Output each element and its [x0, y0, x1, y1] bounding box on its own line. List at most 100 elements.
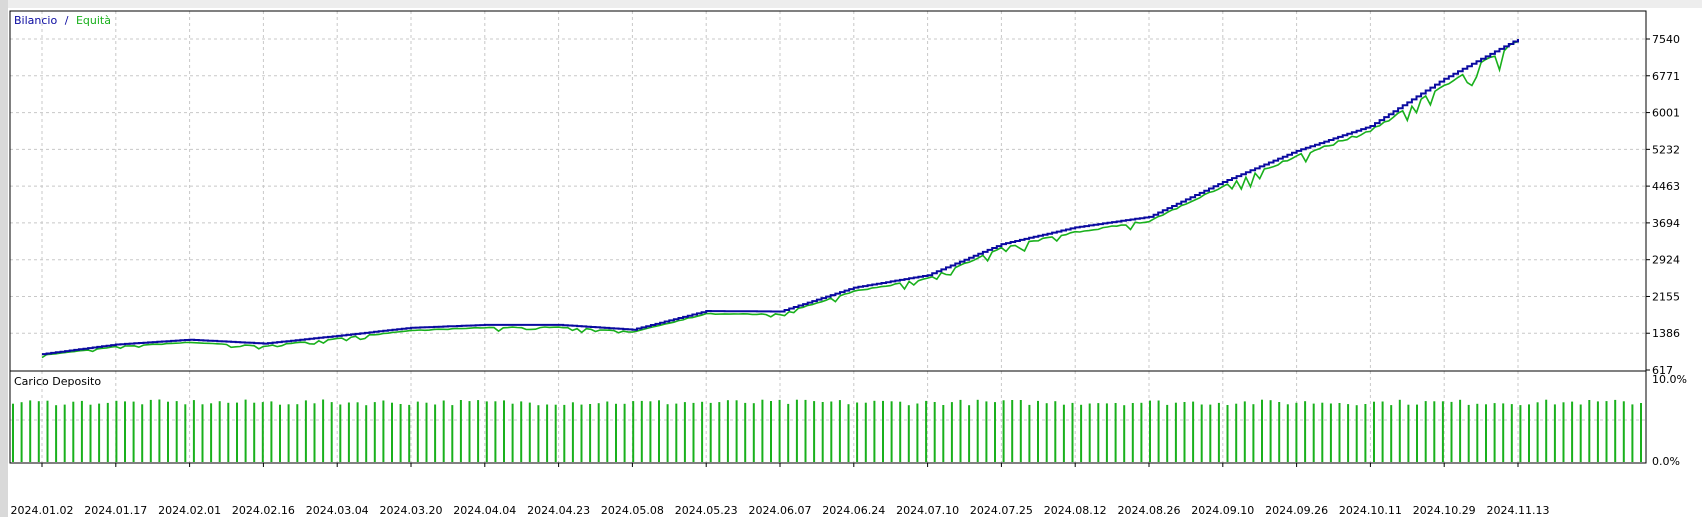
load-bar: [1243, 401, 1246, 462]
load-bar: [778, 399, 781, 462]
load-bar: [442, 400, 445, 462]
load-bar: [287, 404, 290, 462]
load-bar: [175, 401, 178, 462]
x-tick-label: 2024.04.23: [527, 504, 590, 517]
load-bar: [261, 402, 264, 462]
load-bar: [434, 404, 437, 462]
y-tick-label: 6001: [1652, 107, 1680, 120]
load-bar: [890, 401, 893, 462]
load-bar: [227, 402, 230, 462]
x-tick-label: 2024.07.25: [970, 504, 1033, 517]
x-tick-label: 2024.02.01: [158, 504, 221, 517]
load-bar: [916, 403, 919, 462]
load-bar: [813, 401, 816, 462]
load-bar: [63, 404, 66, 462]
x-tick-label: 2024.01.17: [84, 504, 147, 517]
main-grid: [10, 11, 1646, 371]
load-bar: [968, 405, 971, 462]
load-bar: [933, 402, 936, 462]
load-bar: [149, 399, 152, 462]
load-bar: [1019, 400, 1022, 462]
load-bar: [520, 401, 523, 462]
load-bar: [554, 404, 557, 462]
load-bar: [976, 399, 979, 462]
load-bar: [1166, 404, 1169, 462]
load-bar: [546, 404, 549, 462]
load-bar: [356, 402, 359, 462]
load-bar: [1562, 402, 1565, 462]
load-bar: [1252, 404, 1255, 462]
load-bar: [1467, 404, 1470, 462]
x-tick-label: 2024.06.24: [822, 504, 885, 517]
load-bar: [503, 400, 505, 462]
load-bar: [1304, 401, 1307, 462]
load-bar: [1131, 403, 1134, 462]
load-bar: [158, 399, 161, 462]
load-bar: [907, 405, 910, 462]
load-bar: [847, 404, 850, 462]
load-bar: [709, 402, 712, 462]
load-bar: [744, 402, 747, 462]
load-bar: [537, 405, 540, 462]
load-bar: [1149, 400, 1151, 462]
load-bar: [830, 401, 833, 462]
load-bar: [640, 400, 643, 462]
load-bar: [658, 400, 660, 462]
load-bars: [12, 399, 1642, 462]
load-bar: [313, 403, 316, 462]
load-bar: [12, 403, 14, 462]
load-bar: [787, 403, 790, 462]
load-bar: [1226, 405, 1229, 462]
load-bar: [838, 400, 841, 462]
load-bar: [735, 400, 738, 462]
load-bar: [1493, 403, 1496, 462]
load-bar: [1114, 403, 1117, 462]
load-bar: [606, 401, 609, 462]
load-bar: [192, 400, 195, 462]
load-bar: [468, 401, 471, 462]
load-bar: [1519, 405, 1522, 462]
load-bar: [347, 402, 350, 462]
y-tick-label: 5232: [1652, 143, 1680, 156]
load-bar: [1278, 402, 1281, 462]
load-bar: [1037, 400, 1039, 462]
load-bar: [649, 401, 652, 462]
y-tick-label: 7540: [1652, 33, 1680, 46]
load-bar: [106, 402, 109, 462]
load-bar: [1631, 404, 1634, 462]
load-bar: [1002, 400, 1005, 462]
load-bar: [46, 400, 49, 462]
load-bar: [477, 400, 480, 462]
load-bar: [72, 401, 75, 462]
load-y-axis-ticks: 0.0% 10.0%: [1652, 373, 1687, 468]
load-bar: [167, 401, 169, 462]
load-bar: [752, 403, 755, 462]
load-bar: [770, 401, 772, 462]
load-bar: [98, 403, 101, 462]
load-bar: [1312, 403, 1315, 462]
load-bar: [795, 399, 798, 462]
y-tick-label: 1386: [1652, 327, 1680, 340]
load-bar: [1381, 401, 1384, 462]
load-bar: [1028, 404, 1031, 462]
load-bar: [942, 405, 945, 462]
load-bar: [451, 405, 454, 462]
y-tick-label: 6771: [1652, 70, 1680, 83]
load-bar: [1209, 404, 1212, 462]
load-bar: [494, 401, 497, 462]
load-bar: [1571, 401, 1574, 462]
load-bar: [296, 404, 299, 462]
load-bar: [1476, 403, 1479, 462]
x-tick-label: 2024.01.02: [11, 504, 74, 517]
load-bar: [408, 404, 411, 462]
load-bar: [1622, 401, 1625, 462]
load-bar: [950, 402, 953, 462]
load-bar: [365, 405, 368, 462]
load-bar: [1407, 404, 1410, 462]
load-bar: [632, 401, 635, 462]
load-bar: [623, 403, 626, 462]
load-bar: [1011, 400, 1014, 462]
load-bar: [873, 400, 876, 462]
load-bar: [1596, 401, 1599, 462]
load-bar: [882, 400, 884, 462]
